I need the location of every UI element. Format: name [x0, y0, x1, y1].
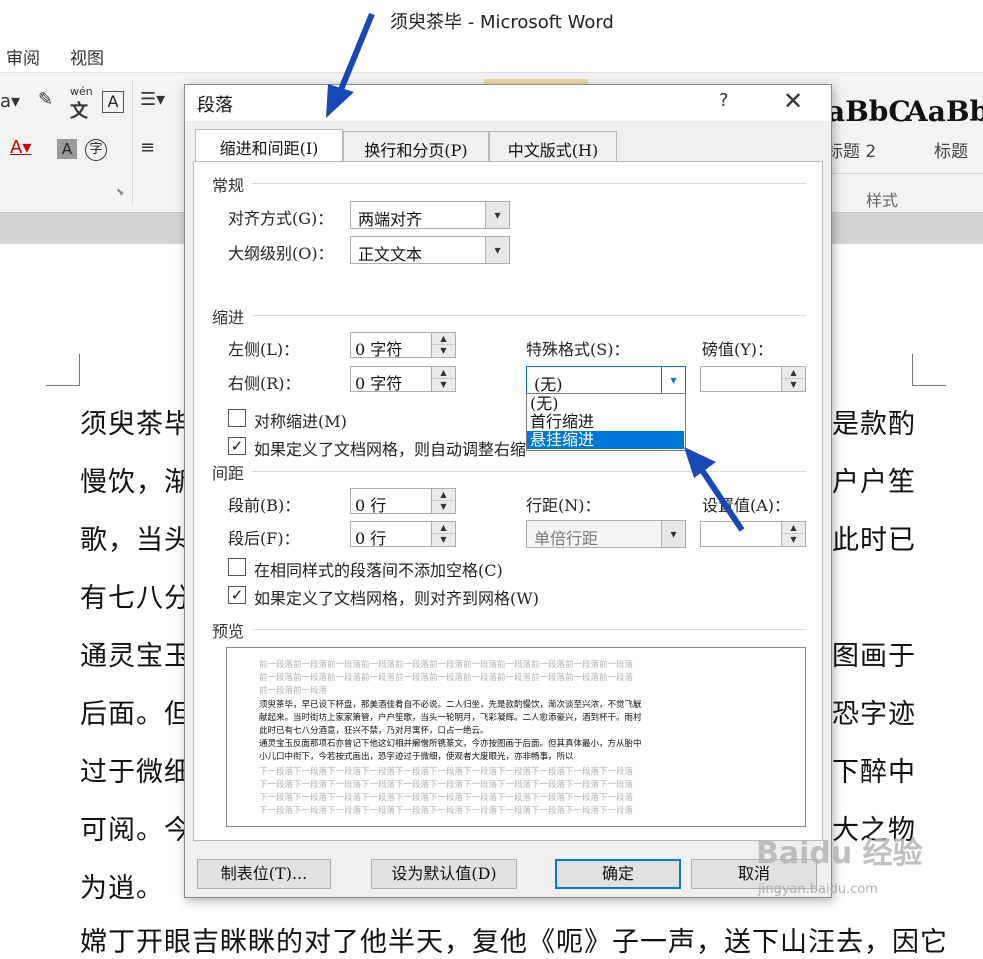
annotation-arrows: [326, 12, 745, 532]
arrow-to-dialog-title: [337, 12, 375, 94]
arrow-head-bottom: [684, 447, 716, 478]
arrow-head-top: [326, 84, 354, 118]
arrow-to-hanging-option: [699, 468, 745, 532]
baidu-watermark-url: jingyan.baidu.com: [758, 882, 878, 897]
baidu-watermark: Baidu 经验: [756, 836, 923, 871]
